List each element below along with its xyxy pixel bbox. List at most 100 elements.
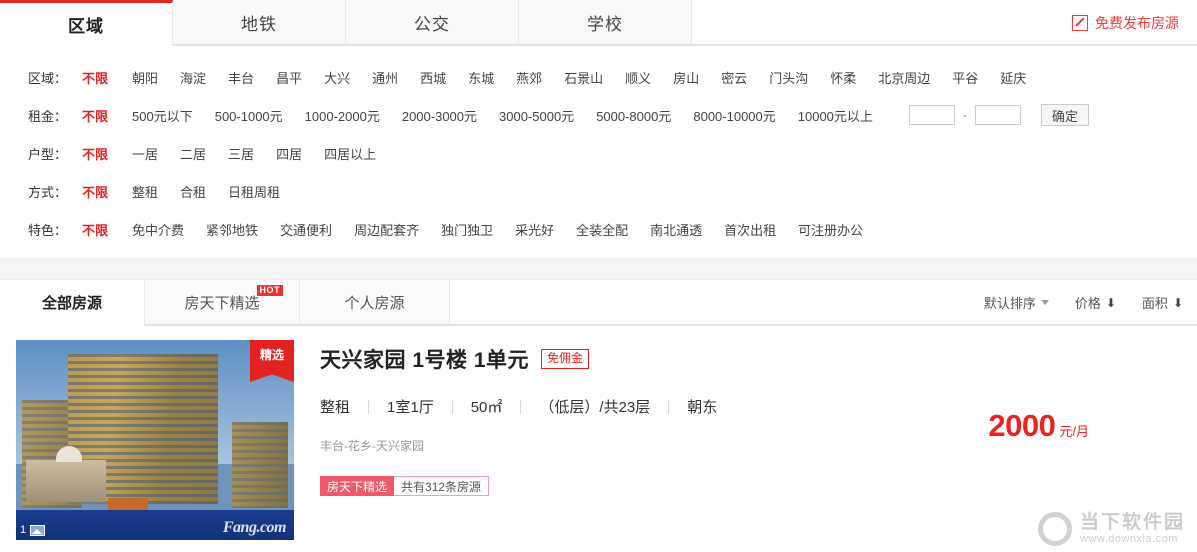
filter-rent-type-opt-3[interactable]: 日租周租 [228,182,280,201]
filter-features-opt-10[interactable]: 可注册办公 [798,220,863,239]
listing-meta-orientation: 朝东 [687,399,718,416]
filter-rent-opt-7[interactable]: 8000-10000元 [693,106,775,125]
price-confirm-button[interactable]: 确定 [1040,104,1089,126]
filter-region-opt-11[interactable]: 顺义 [625,68,651,87]
publish-listing-button[interactable]: 免费发布房源 [1072,13,1179,33]
filter-layout-opt-3[interactable]: 三居 [228,144,254,163]
listing-price: 2000 元/月 [988,408,1089,444]
tab-personal-listings[interactable]: 个人房源 [300,280,450,325]
filter-features-opt-7[interactable]: 全装全配 [576,220,628,239]
listing-meta-rent-type: 整租 [320,399,351,416]
tab-bus[interactable]: 公交 [346,0,519,45]
filter-rent-opt-4[interactable]: 2000-3000元 [402,106,477,125]
thumbnail-building-right [232,422,288,508]
thumbnail-watermark: Fang.com [222,519,287,536]
tab-school[interactable]: 学校 [519,0,692,45]
publish-listing-label: 免费发布房源 [1095,15,1179,31]
tab-region[interactable]: 区域 [0,0,173,46]
filter-region-opt-12[interactable]: 房山 [673,68,699,87]
filter-region-opt-10[interactable]: 石景山 [564,68,603,87]
price-max-input[interactable] [974,105,1021,125]
filter-label-rent-type: 方式： [28,184,68,200]
filter-rent-opt-8[interactable]: 10000元以上 [798,106,873,125]
filter-features-opt-8[interactable]: 南北通透 [650,220,702,239]
listing-price-unit: 元/月 [1059,424,1089,439]
filter-panel: 区域： 不限 朝阳 海淀 丰台 昌平 大兴 通州 西城 东城 燕郊 石景山 顺义… [0,46,1197,258]
filter-features-opt-2[interactable]: 紧邻地铁 [206,220,258,239]
filter-rent-opt-0[interactable]: 不限 [82,106,108,125]
meta-divider [451,399,453,414]
filter-features-opt-1[interactable]: 免中介费 [132,220,184,239]
category-tab-bar: 区域 地铁 公交 学校 免费发布房源 [0,0,1197,46]
watermark-name: 当下软件园 [1079,511,1185,533]
listing-meta-floor: （低层）/共23层 [539,399,651,416]
photo-count-value: 1 [20,524,27,536]
filter-region-opt-2[interactable]: 海淀 [180,68,206,87]
filter-layout-opt-5[interactable]: 四居以上 [324,144,376,163]
tab-school-label: 学校 [587,14,623,34]
watermark-text: 当下软件园 www.downxia.com [1080,512,1185,546]
filter-region-opt-14[interactable]: 门头沟 [769,68,808,87]
listing-tag-group: 房天下精选 共有312条房源 [320,476,1197,496]
filter-layout-opt-0[interactable]: 不限 [82,144,108,163]
filter-region-opt-4[interactable]: 昌平 [276,68,302,87]
listing-title-line: 天兴家园 1号楼 1单元 免佣金 [320,344,1197,374]
filter-region-opt-15[interactable]: 怀柔 [830,68,856,87]
listing-row: Fang.com 1 精选 天兴家园 1号楼 1单元 免佣金 整租 1室1厅 5… [0,326,1197,540]
filter-features-opt-9[interactable]: 首次出租 [724,220,776,239]
listing-title[interactable]: 天兴家园 1号楼 1单元 [320,344,529,374]
filter-rent-opt-3[interactable]: 1000-2000元 [305,106,380,125]
tab-region-label: 区域 [68,16,104,36]
sort-price[interactable]: 价格 ⬇ [1075,293,1116,312]
site-watermark: 当下软件园 www.downxia.com [1037,511,1185,546]
listing-info: 天兴家园 1号楼 1单元 免佣金 整租 1室1厅 50㎡ （低层）/共23层 朝… [294,340,1197,540]
filter-rent-type-opt-1[interactable]: 整租 [132,182,158,201]
filter-region-opt-0[interactable]: 不限 [82,68,108,87]
thumbnail-building-low [26,460,106,502]
filter-rent-opt-5[interactable]: 3000-5000元 [499,106,574,125]
listing-thumbnail[interactable]: Fang.com 1 精选 [16,340,294,540]
arrow-down-icon-area: ⬇ [1172,295,1183,310]
meta-divider [368,399,370,414]
filter-features-opt-3[interactable]: 交通便利 [280,220,332,239]
filter-region-opt-8[interactable]: 东城 [468,68,494,87]
filter-layout-opt-2[interactable]: 二居 [180,144,206,163]
watermark-o-icon [1037,511,1072,546]
filter-row-rent: 租金： 不限 500元以下 500-1000元 1000-2000元 2000-… [0,96,1197,134]
listing-price-value: 2000 [988,408,1056,443]
filter-label-layout: 户型： [28,146,68,162]
tab-featured-listings[interactable]: 房天下精选 HOT [145,280,300,325]
filter-region-opt-7[interactable]: 西城 [420,68,446,87]
filter-features-opt-5[interactable]: 独门独卫 [441,220,493,239]
filter-features-opt-4[interactable]: 周边配套齐 [354,220,419,239]
filter-region-opt-1[interactable]: 朝阳 [132,68,158,87]
filter-region-opt-18[interactable]: 延庆 [1000,68,1026,87]
filter-region-opt-3[interactable]: 丰台 [228,68,254,87]
sort-area-label: 面积 [1141,296,1168,311]
filter-row-layout: 户型： 不限 一居 二居 三居 四居 四居以上 [0,134,1197,172]
tab-subway[interactable]: 地铁 [173,0,346,45]
filter-region-opt-6[interactable]: 通州 [372,68,398,87]
filter-rent-opt-6[interactable]: 5000-8000元 [596,106,671,125]
sort-default-label: 默认排序 [983,296,1036,311]
filter-rent-opt-2[interactable]: 500-1000元 [215,106,283,125]
filter-rent-type-opt-2[interactable]: 合租 [180,182,206,201]
filter-region-opt-5[interactable]: 大兴 [324,68,350,87]
sort-area[interactable]: 面积 ⬇ [1142,293,1183,312]
filter-features-opt-0[interactable]: 不限 [82,220,108,239]
tab-all-listings[interactable]: 全部房源 [0,280,145,326]
filter-features-opt-6[interactable]: 采光好 [515,220,554,239]
filter-layout-opt-4[interactable]: 四居 [276,144,302,163]
filter-region-opt-13[interactable]: 密云 [721,68,747,87]
filter-rent-type-opt-0[interactable]: 不限 [82,182,108,201]
meta-divider [668,399,670,414]
sort-default[interactable]: 默认排序 [984,293,1049,312]
listing-count-tag[interactable]: 共有312条房源 [394,476,490,496]
filter-region-opt-9[interactable]: 燕郊 [516,68,542,87]
filter-region-opt-16[interactable]: 北京周边 [878,68,930,87]
filter-row-region: 区域： 不限 朝阳 海淀 丰台 昌平 大兴 通州 西城 东城 燕郊 石景山 顺义… [0,58,1197,96]
filter-rent-opt-1[interactable]: 500元以下 [132,106,193,125]
filter-region-opt-17[interactable]: 平谷 [952,68,978,87]
price-min-input[interactable] [908,105,955,125]
filter-layout-opt-1[interactable]: 一居 [132,144,158,163]
